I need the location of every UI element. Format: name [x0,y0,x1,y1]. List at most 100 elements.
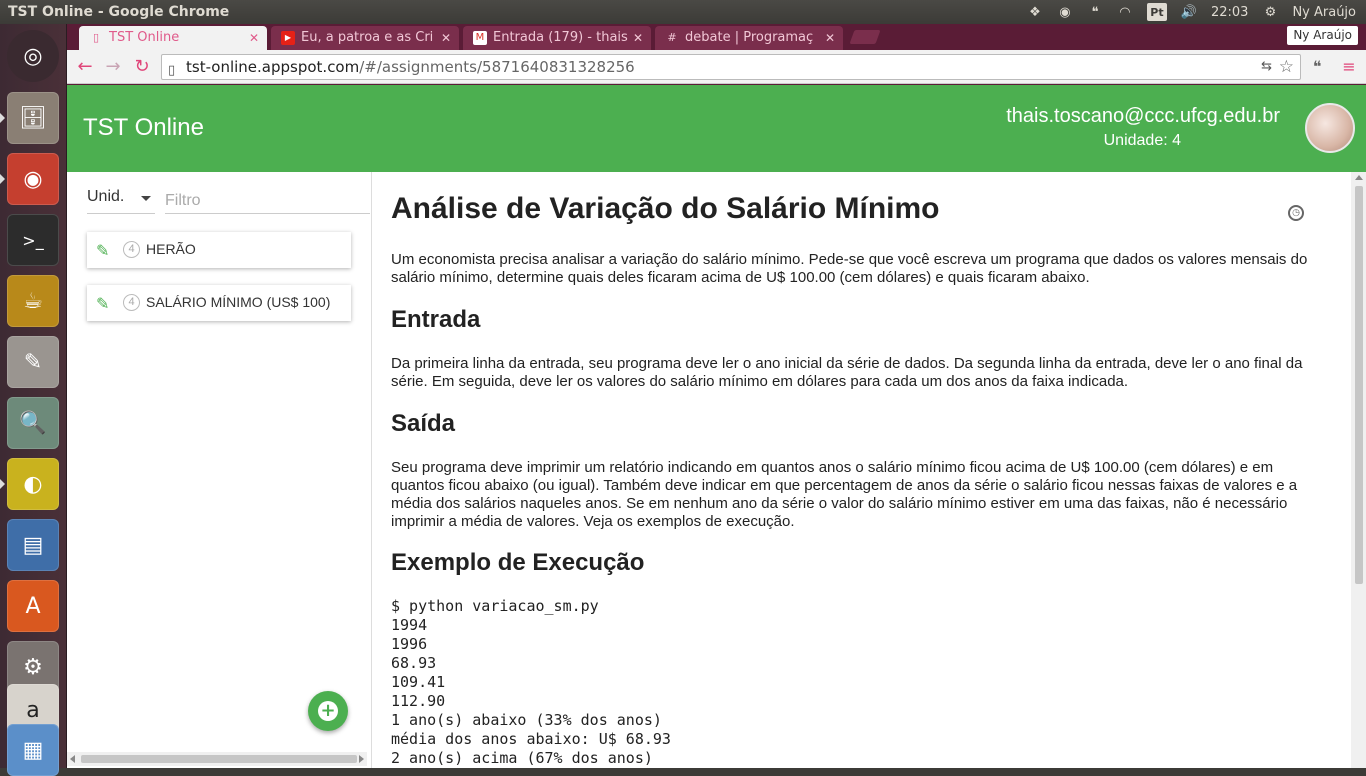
add-button[interactable]: + [308,691,348,731]
app-brand[interactable]: TST Online [83,114,204,142]
tab-strip: ▯ TST Online ✕ ▶ Eu, a patroa e as Cri ✕… [67,24,1366,50]
assignment-item-herao[interactable]: ✎ 4 HERÃO [87,232,351,268]
tab-label: debate | Programaç [685,30,814,45]
chrome-tray-icon[interactable]: ◉ [1057,4,1073,20]
close-tab-icon[interactable]: ✕ [825,26,835,50]
chrome-menu-icon[interactable]: ≡ [1339,57,1359,77]
avatar[interactable] [1305,103,1355,153]
filter-input[interactable] [165,188,370,214]
url-host: tst-online.appspot.com [186,58,360,76]
chevron-down-icon [141,196,151,201]
ubuntu-dash-icon[interactable]: ◎ [7,30,59,82]
software-center-icon[interactable]: A [7,580,59,632]
wifi-icon[interactable]: ◠ [1117,4,1133,20]
assignment-label: SALÁRIO MÍNIMO (US$ 100) [146,294,331,310]
unit-select[interactable]: Unid. [87,188,155,214]
input-heading: Entrada [391,306,481,333]
system-tray: ❖ ◉ ❝ ◠ Pt 🔊 22:03 ⚙ Ny Araújo [1027,3,1366,21]
content-vertical-scrollbar[interactable] [1351,172,1366,768]
trash-icon[interactable]: ▦ [7,724,59,776]
example-code: $ python variacao_sm.py 1994 1996 68.93 … [391,597,671,768]
gear-icon[interactable]: ⚙ [1262,4,1278,20]
running-indicator [0,174,5,184]
sidebar-horizontal-scrollbar[interactable] [67,752,367,766]
page-title: Análise de Variação do Salário Mínimo [391,192,940,225]
tab-label: TST Online [109,30,180,45]
plus-icon: + [318,701,338,721]
page-icon: ▯ [168,63,176,78]
scroll-right-arrow[interactable] [359,755,364,763]
clock-icon[interactable]: ◷ [1288,205,1304,221]
unit-badge: 4 [123,294,140,311]
tab-label: Eu, a patroa e as Cri [301,30,434,45]
hangouts-icon[interactable]: ❝ [1087,4,1103,20]
files-icon[interactable]: 🗄 [7,92,59,144]
code-line: média dos anos abaixo: U$ 68.93 [391,730,671,748]
bookmark-star-icon[interactable]: ☆ [1279,55,1294,79]
web-page: TST Online thais.toscano@ccc.ufcg.edu.br… [67,85,1366,768]
tab-label: Entrada (179) - thais [493,30,628,45]
user-name[interactable]: Ny Araújo [1292,5,1356,20]
pencil-icon: ✎ [96,243,110,260]
window-title: TST Online - Google Chrome [8,4,230,20]
code-line: 2 ano(s) acima (67% dos anos) [391,749,653,767]
office-impress-icon[interactable]: ▤ [7,519,59,571]
profile-button[interactable]: Ny Araújo [1287,26,1358,45]
youtube-icon: ▶ [281,31,295,45]
tab-tst-online[interactable]: ▯ TST Online ✕ [79,26,267,50]
image-viewer-icon[interactable]: 🔍 [7,397,59,449]
code-line: 112.90 [391,692,446,710]
close-tab-icon[interactable]: ✕ [249,26,259,50]
text-editor-icon[interactable]: ✎ [7,336,59,388]
output-text: Seu programa deve imprimir um relatório … [391,459,1298,530]
gmail-icon: M [473,31,487,45]
unit-select-value: Unid. [87,188,125,205]
chrome-icon[interactable]: ◉ [7,153,59,205]
browser-window: ▯ TST Online ✕ ▶ Eu, a patroa e as Cri ✕… [67,24,1366,768]
system-top-panel: TST Online - Google Chrome ❖ ◉ ❝ ◠ Pt 🔊 … [0,0,1366,24]
music-player-icon[interactable]: ◐ [7,458,59,510]
terminal-icon[interactable]: >_ [7,214,59,266]
running-indicator [0,113,5,123]
tab-youtube[interactable]: ▶ Eu, a patroa e as Cri ✕ [271,26,459,50]
new-tab-button[interactable] [849,30,881,44]
filter-row: Unid. [83,188,371,214]
volume-icon[interactable]: 🔊 [1181,4,1197,20]
url-path: /#/assignments/5871640831328256 [359,58,635,76]
assignment-label: HERÃO [146,241,196,257]
scrollbar-thumb[interactable] [1355,186,1363,584]
code-line: $ python variacao_sm.py [391,597,599,615]
scroll-up-arrow[interactable] [1355,175,1363,180]
user-email: thais.toscano@ccc.ufcg.edu.br [1006,105,1280,127]
assignment-content: Análise de Variação do Salário Mínimo ◷ … [391,172,1321,768]
code-line: 1994 [391,616,428,634]
dropbox-icon[interactable]: ❖ [1027,4,1043,20]
intro-text: Um economista precisa analisar a variaçã… [391,251,1308,286]
back-button[interactable]: ← [75,57,95,77]
browser-toolbar: ← → ↻ ▯ tst-online.appspot.com/#/assignm… [67,50,1366,84]
output-heading: Saída [391,410,456,437]
clock[interactable]: 22:03 [1211,5,1248,20]
reload-button[interactable]: ↻ [132,57,152,77]
close-tab-icon[interactable]: ✕ [633,26,643,50]
forward-button[interactable]: → [103,57,123,77]
example-heading: Exemplo de Execução [391,549,645,576]
app-header: TST Online thais.toscano@ccc.ufcg.edu.br… [67,85,1366,172]
page-icon: ▯ [92,31,100,44]
tab-gmail[interactable]: M Entrada (179) - thais ✕ [463,26,651,50]
address-bar[interactable]: ▯ tst-online.appspot.com/#/assignments/5… [161,54,1301,80]
code-line: 1 ano(s) abaixo (33% dos anos) [391,711,662,729]
pencil-icon: ✎ [96,296,110,313]
assignment-item-salario-minimo[interactable]: ✎ 4 SALÁRIO MÍNIMO (US$ 100) [87,285,351,321]
translate-icon[interactable]: ⇆ [1261,55,1272,79]
scrollbar-thumb[interactable] [81,755,357,763]
close-tab-icon[interactable]: ✕ [441,26,451,50]
scroll-left-arrow[interactable] [70,755,75,763]
hangouts-extension-icon[interactable]: ❝ [1307,57,1327,77]
input-text: Da primeira linha da entrada, seu progra… [391,355,1303,390]
tab-slack[interactable]: # debate | Programaç ✕ [655,26,843,50]
teapot-icon[interactable]: ☕ [7,275,59,327]
keyboard-layout-indicator[interactable]: Pt [1146,3,1167,21]
code-line: 68.93 [391,654,437,672]
assignments-sidebar: Unid. ✎ 4 HERÃO ✎ 4 SALÁRIO MÍNIMO (US$ … [67,172,372,768]
